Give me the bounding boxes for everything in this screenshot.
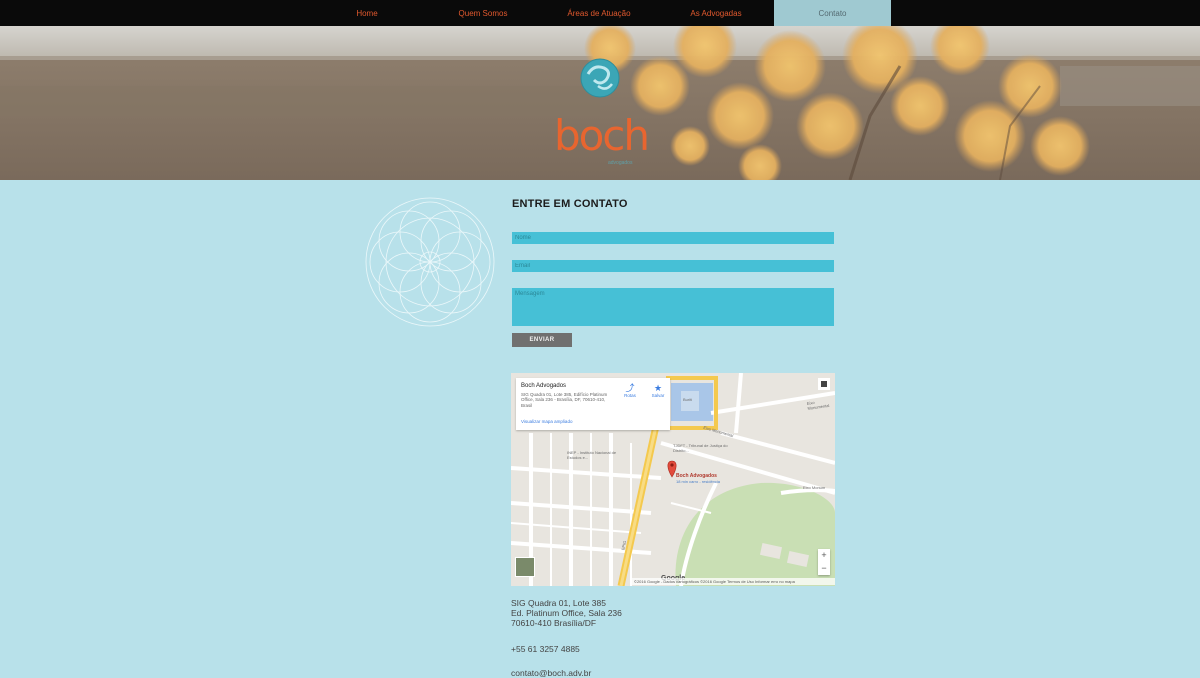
map-card-address: SIG Quadra 01, Lote 385, Edifício Platin… xyxy=(521,392,608,408)
save-label: Salvar xyxy=(651,393,665,398)
map-label-buriti: Buriti xyxy=(683,397,693,402)
contact-title: ENTRE EM CONTATO xyxy=(512,198,628,210)
logo-subtitle: advogados xyxy=(608,160,633,166)
directions-label: Rotas xyxy=(624,393,636,398)
map-label-eixo-2: Eixo Monum xyxy=(803,485,826,490)
address-line-3: 70610-410 Brasília/DF xyxy=(511,618,597,628)
satellite-toggle[interactable] xyxy=(515,557,535,577)
zoom-in-button[interactable]: + xyxy=(818,549,830,562)
phone-number[interactable]: +55 61 3257 4885 xyxy=(511,644,580,654)
nav-item-home[interactable]: Home xyxy=(320,0,414,26)
logo-wordmark: boch xyxy=(553,111,650,160)
map-card-title: Boch Advogados xyxy=(521,383,567,389)
nav-item-as-advogadas[interactable]: As Advogadas xyxy=(669,0,763,26)
star-icon: ★ xyxy=(653,383,663,393)
address-line-2: Ed. Platinum Office, Sala 236 xyxy=(511,608,622,618)
zoom-out-button[interactable]: − xyxy=(818,562,830,575)
map-info-card: Boch Advogados SIG Quadra 01, Lote 385, … xyxy=(516,378,670,430)
email-input[interactable] xyxy=(512,260,834,272)
hero-banner: boch advogados xyxy=(0,26,1200,180)
email-link[interactable]: contato@boch.adv.br xyxy=(511,668,591,678)
nav-item-areas-de-atuacao[interactable]: Áreas de Atuação xyxy=(552,0,646,26)
decorative-flower-icon xyxy=(365,197,495,327)
name-input[interactable] xyxy=(512,232,834,244)
address-line-1: SIG Quadra 01, Lote 385 xyxy=(511,598,606,608)
map-label-tjdft: TJDFT - Tribunal de Justiça do Distrito.… xyxy=(673,443,728,453)
boch-logo[interactable]: boch advogados xyxy=(548,56,654,171)
embedded-map[interactable]: Boch Advogados SIG Quadra 01, Lote 385, … xyxy=(511,373,835,586)
send-button[interactable]: ENVIAR xyxy=(512,333,572,347)
directions-icon: ⤴ xyxy=(625,383,635,393)
map-pin-sublabel: 18 min carro - residência xyxy=(676,479,721,484)
map-attribution[interactable]: ©2016 Google - Dados cartográficos ©2016… xyxy=(631,578,835,585)
map-label-inep: INEP - Instituto Nacional de Estudos e..… xyxy=(567,450,617,460)
directions-button[interactable]: ⤴ Rotas xyxy=(618,383,642,398)
logo-emblem-icon xyxy=(580,58,620,98)
message-textarea[interactable] xyxy=(512,288,834,326)
fullscreen-icon xyxy=(821,381,827,387)
save-place-button[interactable]: ★ Salvar xyxy=(646,383,670,398)
zoom-controls: + − xyxy=(818,549,830,575)
nav-item-contato[interactable]: Contato xyxy=(774,0,891,26)
larger-map-link[interactable]: Visualizar mapa ampliado xyxy=(521,419,572,424)
top-navigation: Home Quem Somos Áreas de Atuação As Advo… xyxy=(0,0,1200,26)
fullscreen-button[interactable] xyxy=(818,378,830,390)
nav-item-quem-somos[interactable]: Quem Somos xyxy=(436,0,530,26)
